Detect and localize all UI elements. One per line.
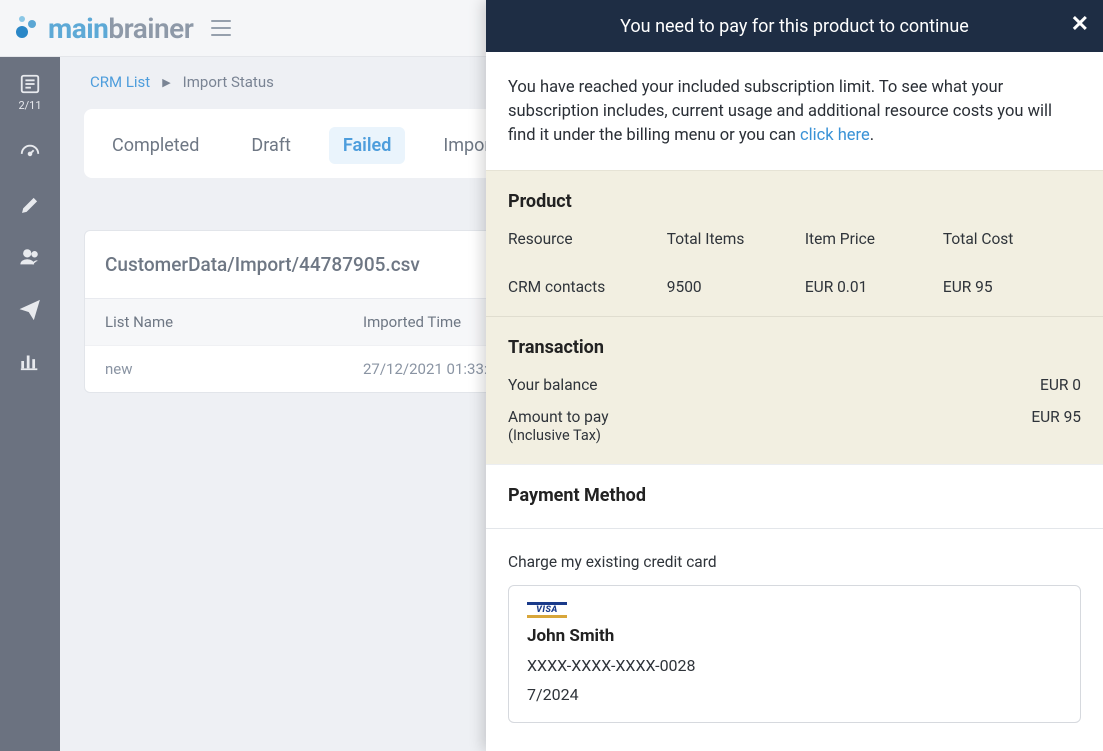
pencil-icon bbox=[19, 194, 41, 216]
payment-method-title: Payment Method bbox=[504, 485, 1085, 506]
card-number: XXXX-XXXX-XXXX-0028 bbox=[527, 656, 1062, 675]
panel-intro: You have reached your included subscript… bbox=[486, 52, 1103, 170]
rail-count: 2/11 bbox=[18, 99, 41, 112]
paper-plane-icon bbox=[19, 298, 41, 320]
gauge-icon bbox=[19, 142, 41, 164]
panel-header: You need to pay for this product to cont… bbox=[486, 0, 1103, 52]
intro-text-a: You have reached your included subscript… bbox=[508, 78, 1052, 145]
visa-icon: VISA bbox=[527, 602, 567, 618]
breadcrumb-crm-list[interactable]: CRM List bbox=[90, 73, 150, 91]
product-title: Product bbox=[508, 191, 1081, 212]
val-total-cost: EUR 95 bbox=[943, 278, 1081, 296]
col-item-price: Item Price bbox=[805, 230, 943, 248]
app-logo: mainbrainer bbox=[14, 12, 193, 45]
card-expiry: 7/2024 bbox=[527, 685, 1062, 704]
rail-checklist[interactable]: 2/11 bbox=[18, 73, 41, 112]
hamburger-icon[interactable] bbox=[211, 20, 231, 36]
cell-list-name: new bbox=[105, 360, 363, 378]
amount-label: Amount to pay bbox=[508, 408, 609, 426]
rail-dashboard[interactable] bbox=[19, 142, 41, 164]
checklist-icon bbox=[19, 73, 41, 95]
tab-draft[interactable]: Draft bbox=[237, 127, 305, 164]
panel-body: You have reached your included subscript… bbox=[486, 52, 1103, 751]
logo-text-main: main bbox=[48, 12, 108, 45]
bar-chart-icon bbox=[19, 350, 41, 372]
intro-text-b: . bbox=[870, 126, 874, 145]
rail-users[interactable] bbox=[19, 246, 41, 268]
balance-label: Your balance bbox=[508, 376, 598, 394]
users-icon bbox=[19, 246, 41, 268]
amount-value: EUR 95 bbox=[1031, 408, 1081, 444]
col-list-name: List Name bbox=[105, 313, 363, 331]
payment-panel: You need to pay for this product to cont… bbox=[486, 0, 1103, 751]
add-new-card-link[interactable]: Add new card bbox=[504, 723, 1085, 751]
val-resource: CRM contacts bbox=[508, 278, 667, 296]
charge-existing-label: Charge my existing credit card bbox=[504, 529, 1085, 585]
transaction-title: Transaction bbox=[508, 337, 1081, 358]
payment-method-section: Payment Method Charge my existing credit… bbox=[486, 464, 1103, 751]
left-rail: 2/11 bbox=[0, 57, 60, 751]
chevron-right-icon: ▶ bbox=[162, 76, 170, 89]
product-section: Product Resource Total Items Item Price … bbox=[486, 170, 1103, 316]
tab-completed[interactable]: Completed bbox=[98, 127, 213, 164]
logo-icon bbox=[14, 14, 42, 42]
breadcrumb-current: Import Status bbox=[183, 73, 274, 91]
val-total-items: 9500 bbox=[667, 278, 805, 296]
logo-text-sub: brainer bbox=[108, 12, 193, 45]
click-here-link[interactable]: click here bbox=[800, 126, 870, 145]
card-holder: John Smith bbox=[527, 626, 1062, 646]
rail-edit[interactable] bbox=[19, 194, 41, 216]
amount-sub: (Inclusive Tax) bbox=[508, 427, 601, 444]
close-icon[interactable]: ✕ bbox=[1071, 12, 1089, 37]
col-total-items: Total Items bbox=[667, 230, 805, 248]
credit-card-box[interactable]: VISA John Smith XXXX-XXXX-XXXX-0028 7/20… bbox=[508, 585, 1081, 723]
balance-value: EUR 0 bbox=[1040, 376, 1081, 394]
val-item-price: EUR 0.01 bbox=[805, 278, 943, 296]
col-total-cost: Total Cost bbox=[943, 230, 1081, 248]
transaction-section: Transaction Your balance EUR 0 Amount to… bbox=[486, 316, 1103, 464]
panel-title: You need to pay for this product to cont… bbox=[620, 16, 969, 37]
rail-analytics[interactable] bbox=[19, 350, 41, 372]
tab-failed[interactable]: Failed bbox=[329, 127, 405, 164]
col-resource: Resource bbox=[508, 230, 667, 248]
rail-send[interactable] bbox=[19, 298, 41, 320]
